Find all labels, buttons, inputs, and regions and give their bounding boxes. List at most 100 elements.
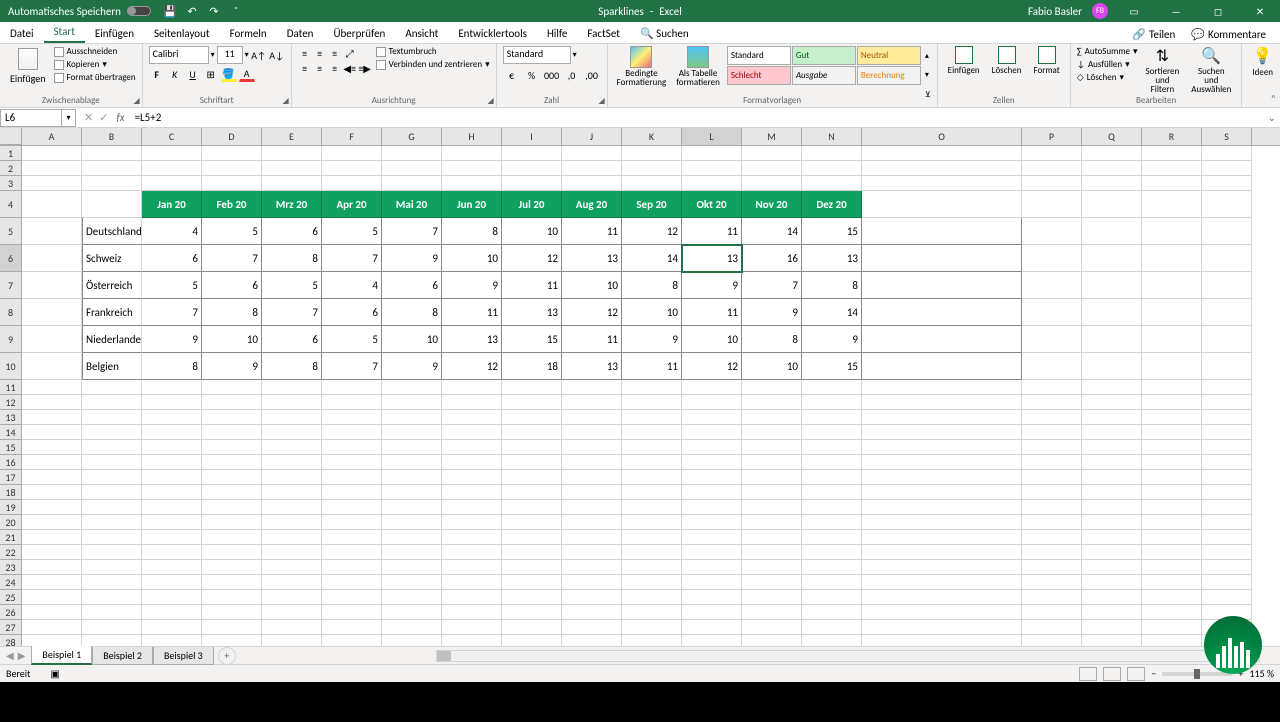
cell-F28[interactable] [322, 635, 382, 646]
cell-O15[interactable] [862, 440, 1022, 455]
cell-D18[interactable] [202, 485, 262, 500]
cell-F27[interactable] [322, 620, 382, 635]
cell-J18[interactable] [562, 485, 622, 500]
cell-E16[interactable] [262, 455, 322, 470]
tab-entwicklertools[interactable]: Entwicklertools [448, 24, 537, 43]
cell-D9[interactable]: 10 [202, 326, 262, 353]
cell-M7[interactable]: 7 [742, 272, 802, 299]
cell-F2[interactable] [322, 161, 382, 176]
cell-F16[interactable] [322, 455, 382, 470]
cell-B20[interactable] [82, 515, 142, 530]
cell-O10[interactable] [862, 353, 1022, 380]
page-break-view-icon[interactable] [1127, 667, 1145, 681]
cell-E12[interactable] [262, 395, 322, 410]
align-left-icon[interactable]: ≡ [298, 61, 312, 75]
cell-G20[interactable] [382, 515, 442, 530]
cell-J28[interactable] [562, 635, 622, 646]
cell-G16[interactable] [382, 455, 442, 470]
cell-C28[interactable] [142, 635, 202, 646]
cell-O28[interactable] [862, 635, 1022, 646]
cell-P1[interactable] [1022, 146, 1082, 161]
cell-A13[interactable] [22, 410, 82, 425]
cell-D2[interactable] [202, 161, 262, 176]
cell-Q7[interactable] [1082, 272, 1142, 299]
cell-R8[interactable] [1142, 299, 1202, 326]
cell-C27[interactable] [142, 620, 202, 635]
cell-L11[interactable] [682, 380, 742, 395]
cell-P11[interactable] [1022, 380, 1082, 395]
cell-M17[interactable] [742, 470, 802, 485]
cell-O24[interactable] [862, 575, 1022, 590]
cell-Q8[interactable] [1082, 299, 1142, 326]
cell-Q2[interactable] [1082, 161, 1142, 176]
cell-S14[interactable] [1202, 425, 1252, 440]
cell-S23[interactable] [1202, 560, 1252, 575]
row-header-16[interactable]: 16 [0, 455, 22, 470]
cell-S1[interactable] [1202, 146, 1252, 161]
cell-B5[interactable]: Deutschland [82, 218, 142, 245]
row-header-21[interactable]: 21 [0, 530, 22, 545]
row-header-6[interactable]: 6 [0, 245, 22, 272]
cell-A23[interactable] [22, 560, 82, 575]
cell-B2[interactable] [82, 161, 142, 176]
percent-icon[interactable]: % [523, 66, 541, 84]
undo-icon[interactable]: ↶ [185, 4, 199, 18]
cell-L15[interactable] [682, 440, 742, 455]
cell-P4[interactable] [1022, 191, 1082, 218]
cell-O4[interactable] [862, 191, 1022, 218]
cell-B27[interactable] [82, 620, 142, 635]
cell-C25[interactable] [142, 590, 202, 605]
cell-N7[interactable]: 8 [802, 272, 862, 299]
dialog-launcher-icon[interactable]: ◢ [487, 96, 493, 106]
increase-font-icon[interactable]: A↑ [251, 47, 267, 63]
cell-L25[interactable] [682, 590, 742, 605]
cell-B10[interactable]: Belgien [82, 353, 142, 380]
cell-H3[interactable] [442, 176, 502, 191]
merge-button[interactable]: Verbinden und zentrieren▾ [376, 59, 490, 70]
style-standard[interactable]: Standard [727, 46, 791, 65]
cell-J3[interactable] [562, 176, 622, 191]
cell-A4[interactable] [22, 191, 82, 218]
cell-J27[interactable] [562, 620, 622, 635]
cell-O12[interactable] [862, 395, 1022, 410]
orientation-icon[interactable]: ⤢ [343, 46, 357, 60]
cell-N9[interactable]: 9 [802, 326, 862, 353]
cell-J19[interactable] [562, 500, 622, 515]
dialog-launcher-icon[interactable]: ◢ [133, 96, 139, 106]
cell-M20[interactable] [742, 515, 802, 530]
cell-L3[interactable] [682, 176, 742, 191]
column-header-C[interactable]: C [142, 128, 202, 145]
cell-J17[interactable] [562, 470, 622, 485]
cell-E4[interactable]: Mrz 20 [262, 191, 322, 218]
cell-E24[interactable] [262, 575, 322, 590]
cell-J5[interactable]: 11 [562, 218, 622, 245]
cell-L19[interactable] [682, 500, 742, 515]
cell-P20[interactable] [1022, 515, 1082, 530]
cell-D6[interactable]: 7 [202, 245, 262, 272]
cell-M23[interactable] [742, 560, 802, 575]
name-box-dropdown[interactable]: ▾ [62, 109, 76, 127]
cell-G27[interactable] [382, 620, 442, 635]
cell-N8[interactable]: 14 [802, 299, 862, 326]
cell-R15[interactable] [1142, 440, 1202, 455]
cell-C21[interactable] [142, 530, 202, 545]
cell-L21[interactable] [682, 530, 742, 545]
cell-B11[interactable] [82, 380, 142, 395]
cell-Q4[interactable] [1082, 191, 1142, 218]
cell-I25[interactable] [502, 590, 562, 605]
cell-O13[interactable] [862, 410, 1022, 425]
cell-E15[interactable] [262, 440, 322, 455]
column-header-S[interactable]: S [1202, 128, 1252, 145]
cell-C1[interactable] [142, 146, 202, 161]
cell-Q11[interactable] [1082, 380, 1142, 395]
cell-N28[interactable] [802, 635, 862, 646]
cell-G28[interactable] [382, 635, 442, 646]
qat-more-icon[interactable]: ⁼ [229, 4, 243, 18]
cell-E17[interactable] [262, 470, 322, 485]
cells-area[interactable]: Jan 20Feb 20Mrz 20Apr 20Mai 20Jun 20Jul … [22, 146, 1280, 646]
fill-color-button[interactable]: 🪣 [221, 66, 237, 82]
dialog-launcher-icon[interactable]: ◢ [598, 96, 604, 106]
cell-E10[interactable]: 8 [262, 353, 322, 380]
cell-S8[interactable] [1202, 299, 1252, 326]
cell-P6[interactable] [1022, 245, 1082, 272]
